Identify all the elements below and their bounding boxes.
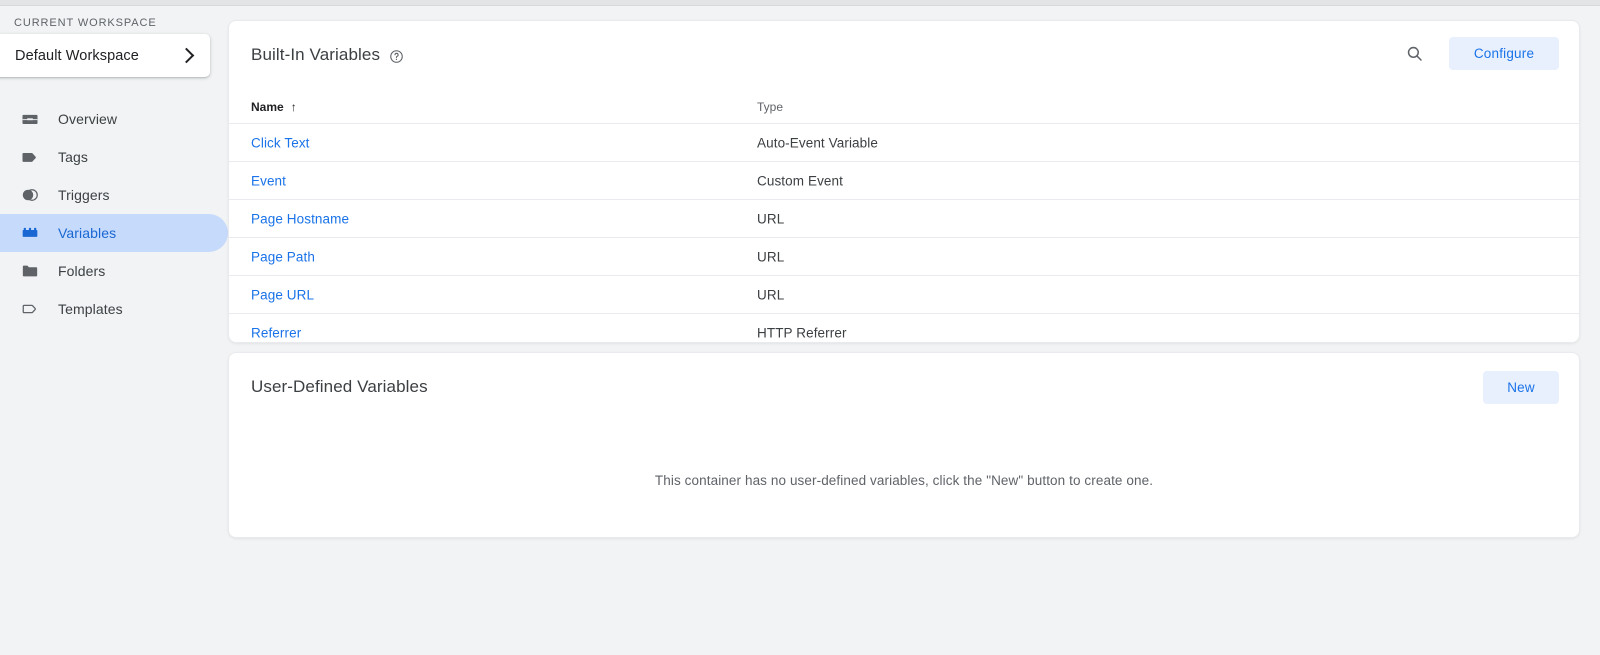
variable-name[interactable]: Page Path <box>251 249 315 264</box>
sidebar-item-tags[interactable]: Tags <box>0 138 228 176</box>
variable-type: HTTP Referrer <box>757 325 847 341</box>
overview-icon <box>20 109 40 129</box>
sidebar-item-label: Tags <box>58 149 88 165</box>
table-row[interactable]: Page Hostname URL <box>229 200 1579 238</box>
tag-icon <box>20 147 40 167</box>
sidebar-item-label: Templates <box>58 301 123 317</box>
variables-icon <box>20 223 40 243</box>
configure-button[interactable]: Configure <box>1449 36 1559 70</box>
column-header-type[interactable]: Type <box>757 100 783 114</box>
folder-icon <box>20 261 40 281</box>
page-root: CURRENT WORKSPACE Default Workspace Over… <box>0 7 1600 655</box>
workspace-name: Default Workspace <box>15 47 139 64</box>
browser-chrome-strip <box>0 0 1600 6</box>
variable-name[interactable]: Page URL <box>251 287 314 302</box>
variable-name[interactable]: Event <box>251 173 286 188</box>
builtin-variables-table: Name ↑ Type Click Text Auto-Event Variab… <box>229 86 1579 352</box>
user-defined-variables-title: User-Defined Variables <box>251 377 428 397</box>
variable-name[interactable]: Page Hostname <box>251 211 349 226</box>
sidebar-item-templates[interactable]: Templates <box>0 290 228 328</box>
table-row[interactable]: Event Custom Event <box>229 162 1579 200</box>
builtin-header-actions: Configure <box>1396 35 1559 71</box>
sidebar-item-overview[interactable]: Overview <box>0 100 228 138</box>
table-row[interactable]: Page Path URL <box>229 238 1579 276</box>
help-circle-icon[interactable] <box>389 49 404 64</box>
new-variable-button[interactable]: New <box>1483 371 1559 404</box>
chevron-right-icon <box>178 47 195 64</box>
user-defined-variables-card: User-Defined Variables New This containe… <box>228 352 1580 538</box>
sidebar-item-label: Overview <box>58 111 118 127</box>
current-workspace-label: CURRENT WORKSPACE <box>14 17 157 29</box>
sidebar-item-triggers[interactable]: Triggers <box>0 176 228 214</box>
table-row[interactable]: Click Text Auto-Event Variable <box>229 124 1579 162</box>
title-text: User-Defined Variables <box>251 377 428 396</box>
main-content: Built-In Variables Configure Name ↑ Type… <box>228 7 1600 655</box>
table-row[interactable]: Page URL URL <box>229 276 1579 314</box>
sidebar: CURRENT WORKSPACE Default Workspace Over… <box>0 7 228 655</box>
column-header-name[interactable]: Name ↑ <box>251 100 297 114</box>
sidebar-nav: Overview Tags Triggers Variables Folders… <box>0 100 228 328</box>
template-icon <box>20 299 40 319</box>
sidebar-item-folders[interactable]: Folders <box>0 252 228 290</box>
variable-type: URL <box>757 249 785 264</box>
search-icon[interactable] <box>1396 35 1432 71</box>
builtin-variables-card: Built-In Variables Configure Name ↑ Type… <box>228 20 1580 343</box>
workspace-selector[interactable]: Default Workspace <box>0 34 210 77</box>
variable-name[interactable]: Referrer <box>251 326 301 341</box>
trigger-icon <box>20 185 40 205</box>
sidebar-item-variables[interactable]: Variables <box>0 214 228 252</box>
table-header-row: Name ↑ Type <box>229 86 1579 124</box>
variable-type: URL <box>757 287 785 302</box>
title-text: Built-In Variables <box>251 45 381 64</box>
builtin-variables-title: Built-In Variables <box>251 45 404 65</box>
table-row[interactable]: Referrer HTTP Referrer <box>229 314 1579 352</box>
sort-ascending-icon: ↑ <box>290 99 297 114</box>
sidebar-item-label: Folders <box>58 263 106 279</box>
empty-state-message: This container has no user-defined varia… <box>654 473 1154 488</box>
variable-type: Auto-Event Variable <box>757 135 878 150</box>
variable-type: Custom Event <box>757 173 843 188</box>
variable-type: URL <box>757 211 785 226</box>
variable-name[interactable]: Click Text <box>251 135 310 150</box>
column-header-name-text: Name <box>251 100 284 114</box>
sidebar-item-label: Variables <box>58 225 117 241</box>
sidebar-item-label: Triggers <box>58 187 110 203</box>
